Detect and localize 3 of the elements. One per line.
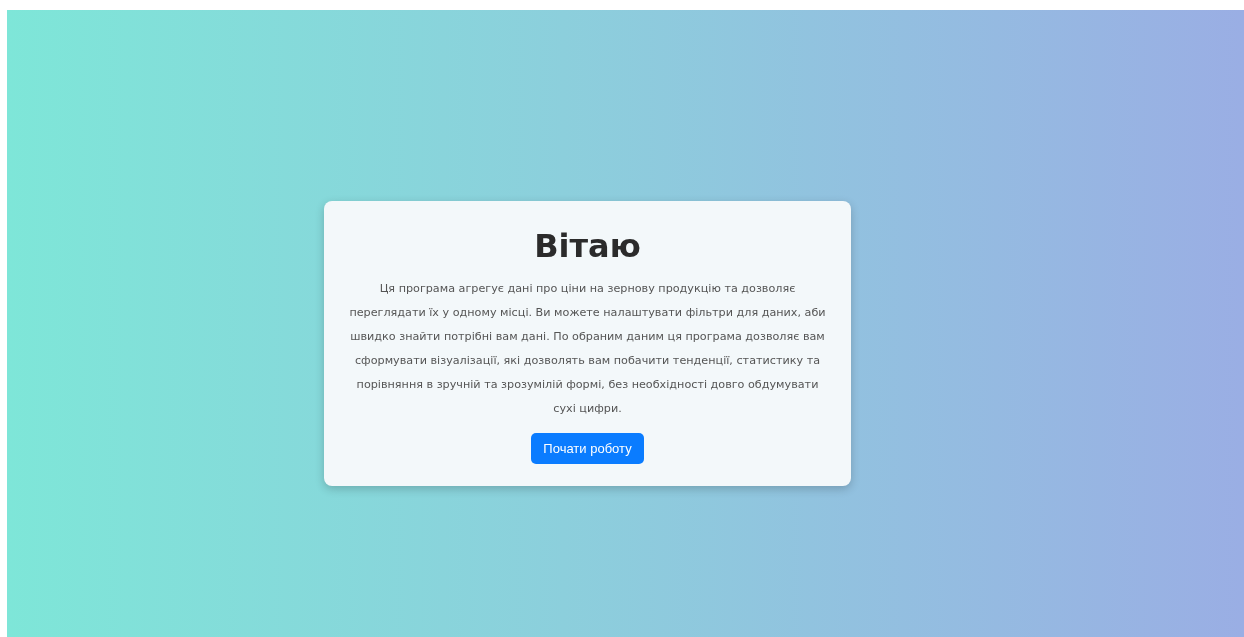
welcome-title: Вітаю — [534, 227, 641, 265]
description-text: Ця програма агрегує дані про ціни на зернову продукцію та дозволяє переглядати їх у одному місці. Ви можете налаштувати фільтри для даних, аби швидко знайти потрібні вам дані. По обраним даним ця програма дозволяє вам сформувати візуалізації, які дозволять вам побачити тенденції, статистику та порівняння в зручній та зрозумілій формі, без необхідності довго обдумувати сухі цифри. — [348, 281, 827, 417]
start-button[interactable]: Почати роботу — [531, 433, 644, 464]
